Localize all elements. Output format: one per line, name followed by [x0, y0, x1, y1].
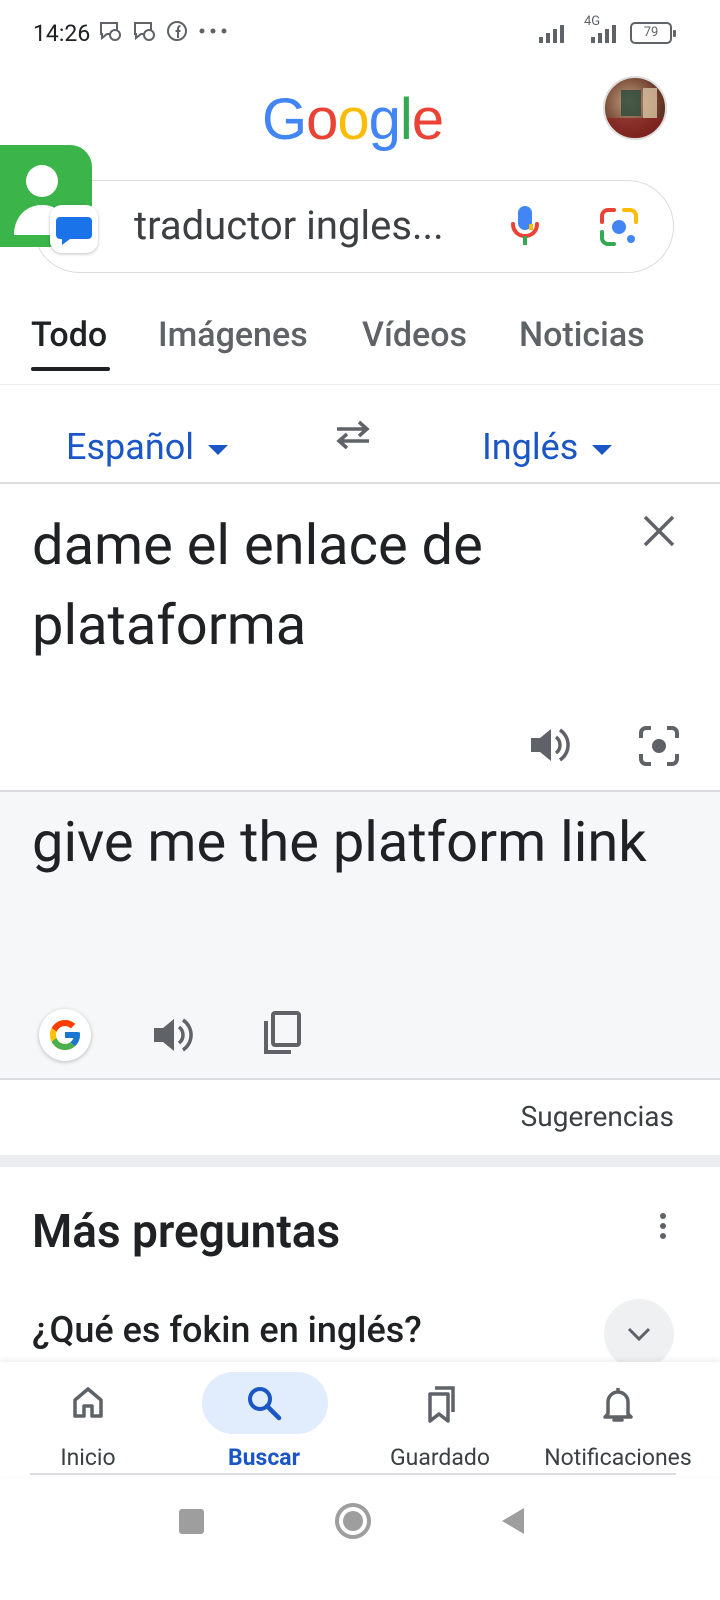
question-item[interactable]: ¿Qué es fokin en inglés? — [32, 1309, 422, 1351]
source-text-input[interactable]: dame el enlace de plataforma — [32, 505, 592, 665]
logo-letter: e — [411, 87, 444, 152]
bell-icon — [603, 1388, 633, 1422]
more-options-icon[interactable] — [656, 1212, 670, 1240]
nav-buscar[interactable]: Buscar — [176, 1362, 352, 1472]
search-input[interactable]: traductor ingles... — [134, 202, 444, 249]
suggestions-link[interactable]: Sugerencias — [521, 1100, 674, 1133]
search-tabs: Todo Imágenes Vídeos Noticias — [0, 305, 720, 385]
bookmarks-icon — [428, 1386, 455, 1423]
expand-question-button[interactable] — [604, 1299, 674, 1369]
active-tab-indicator — [31, 367, 110, 371]
source-language-selector[interactable]: Español — [66, 426, 229, 468]
chevron-down-icon — [627, 1327, 651, 1342]
nav-label: Buscar — [227, 1444, 301, 1471]
section-divider — [0, 1155, 720, 1167]
more-notifications-icon — [199, 28, 227, 34]
logo-letter: o — [306, 87, 338, 152]
dropdown-arrow-icon — [592, 445, 613, 455]
tab-videos[interactable]: Vídeos — [362, 315, 467, 355]
speaker-icon[interactable] — [150, 1012, 196, 1058]
google-lens-icon[interactable] — [598, 206, 640, 248]
divider — [0, 482, 720, 484]
system-status: 4G 79 — [538, 14, 676, 44]
status-time: 14:26 — [33, 20, 91, 47]
logo-letter: o — [337, 87, 369, 152]
messages-app-icon[interactable] — [50, 205, 98, 253]
recent-apps-button[interactable] — [179, 1509, 204, 1534]
home-button-dot — [343, 1511, 363, 1531]
copy-icon[interactable] — [262, 1010, 302, 1056]
battery-icon: 79 — [630, 22, 676, 44]
dropdown-arrow-icon — [208, 445, 229, 455]
logo-letter: l — [399, 87, 413, 152]
nav-label: Notificaciones — [544, 1444, 692, 1471]
chat-notification-icon — [134, 22, 155, 41]
signal-icon — [539, 25, 564, 43]
tab-imagenes[interactable]: Imágenes — [158, 315, 308, 355]
google-translate-button[interactable] — [39, 1009, 91, 1061]
facebook-icon — [167, 21, 187, 41]
notification-icons — [98, 20, 228, 42]
logo-letter: G — [262, 87, 307, 152]
nav-label: Guardado — [389, 1444, 490, 1471]
nav-divider — [30, 1473, 676, 1475]
camera-lens-icon[interactable] — [637, 724, 681, 768]
target-language-label: Inglés — [482, 426, 579, 468]
tab-noticias[interactable]: Noticias — [519, 315, 645, 355]
microphone-icon[interactable] — [509, 204, 541, 248]
nav-notificaciones[interactable]: Notificaciones — [528, 1362, 708, 1472]
google-g-icon — [50, 1020, 80, 1050]
nav-inicio[interactable]: Inicio — [0, 1362, 176, 1472]
home-icon — [73, 1387, 103, 1418]
search-icon — [248, 1387, 282, 1421]
close-icon[interactable] — [640, 512, 678, 550]
nav-label: Inicio — [60, 1444, 116, 1471]
signal-4g-icon: 4G — [578, 14, 622, 44]
chat-notification-icon — [100, 22, 121, 41]
tab-todo[interactable]: Todo — [31, 315, 107, 355]
nav-guardado[interactable]: Guardado — [352, 1362, 528, 1472]
logo-letter: g — [368, 87, 401, 152]
avatar[interactable] — [603, 76, 667, 140]
google-logo: Google — [262, 86, 444, 153]
more-questions-title: Más preguntas — [32, 1205, 341, 1259]
speaker-icon[interactable] — [527, 722, 573, 768]
translated-text: give me the platform link — [32, 809, 647, 875]
source-language-label: Español — [66, 426, 195, 468]
swap-languages-icon[interactable] — [333, 418, 373, 452]
target-language-selector[interactable]: Inglés — [482, 426, 613, 468]
back-button[interactable] — [500, 1506, 526, 1536]
